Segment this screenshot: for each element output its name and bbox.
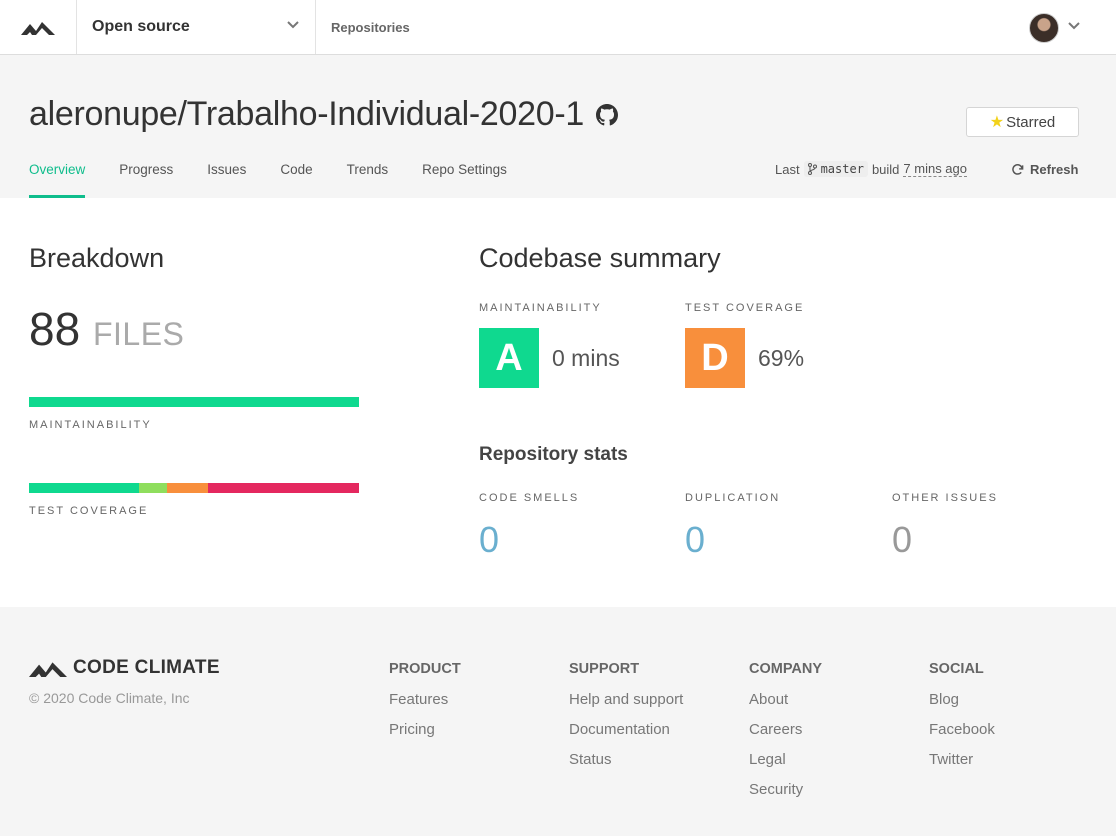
starred-label: Starred: [1006, 113, 1056, 131]
top-navigation: Open source Repositories: [0, 0, 1116, 55]
footer-column-product: PRODUCT Features Pricing: [389, 661, 461, 751]
footer-heading-support: SUPPORT: [569, 661, 640, 677]
tab-trends[interactable]: Trends: [347, 162, 389, 198]
build-prefix: Last: [775, 161, 800, 177]
footer-column-company: COMPANY About Careers Legal Security: [749, 661, 822, 811]
footer-link-blog[interactable]: Blog: [929, 691, 995, 721]
duplication-label: DUPLICATION: [685, 492, 781, 504]
other-issues-count: 0: [892, 519, 913, 560]
coverage-bar-segment-2: [166, 483, 208, 493]
code-smells-count[interactable]: 0: [479, 519, 499, 561]
footer-link-status[interactable]: Status: [569, 751, 683, 781]
code-climate-logo-icon: [21, 22, 55, 35]
other-issues-label: OTHER ISSUES: [892, 492, 998, 504]
branch-badge: master: [803, 161, 868, 177]
footer-link-legal[interactable]: Legal: [749, 751, 822, 781]
footer-link-pricing[interactable]: Pricing: [389, 721, 461, 751]
tab-overview[interactable]: Overview: [29, 162, 86, 198]
repo-tabs: Overview Progress Issues Code Trends Rep…: [29, 162, 541, 198]
maintainability-value: 0 mins: [552, 345, 620, 371]
build-time[interactable]: 7 mins ago: [903, 161, 967, 177]
footer-link-twitter[interactable]: Twitter: [929, 751, 995, 781]
test-coverage-grade-badge[interactable]: D: [685, 328, 745, 388]
tab-code[interactable]: Code: [280, 162, 312, 198]
copyright: © 2020 Code Climate, Inc: [29, 690, 190, 706]
repo-title: aleronupe/Trabalho-Individual-2020-1: [29, 95, 618, 134]
footer-link-documentation[interactable]: Documentation: [569, 721, 683, 751]
test-coverage-value: 69%: [758, 345, 805, 371]
org-selector-label: Open source: [92, 18, 190, 35]
tab-repo-settings[interactable]: Repo Settings: [422, 162, 507, 198]
repositories-link[interactable]: Repositories: [331, 20, 410, 35]
footer-column-support: SUPPORT Help and support Documentation S…: [569, 661, 683, 781]
coverage-bar-segment-0: [29, 483, 139, 493]
code-smells-label: CODE SMELLS: [479, 492, 580, 504]
repository-stats-title: Repository stats: [479, 444, 628, 465]
footer-link-about[interactable]: About: [749, 691, 822, 721]
tab-progress[interactable]: Progress: [119, 162, 173, 198]
footer-brand-name: CODE CLIMATE: [73, 657, 220, 678]
refresh-label: Refresh: [1030, 162, 1079, 177]
repo-name: aleronupe/Trabalho-Individual-2020-1: [29, 95, 584, 133]
files-count-number: 88: [29, 303, 81, 355]
breakdown-title: Breakdown: [29, 243, 165, 273]
footer-heading-company: COMPANY: [749, 661, 823, 677]
starred-button[interactable]: ★ Starred: [966, 107, 1079, 137]
refresh-icon: [1012, 164, 1024, 175]
refresh-button[interactable]: Refresh: [1011, 162, 1078, 177]
branch-name: master: [820, 162, 864, 176]
last-build-info: Last master build 7 mins ago: [775, 161, 967, 177]
maintainability-grade-badge[interactable]: A: [479, 328, 539, 388]
github-icon[interactable]: [595, 103, 618, 126]
footer-link-help-and-support[interactable]: Help and support: [569, 691, 683, 721]
files-unit: FILES: [92, 316, 185, 352]
org-selector[interactable]: Open source: [77, 0, 316, 54]
user-avatar[interactable]: [1029, 13, 1059, 43]
maintainability-bar-label: MAINTAINABILITY: [29, 419, 152, 431]
footer-heading-social: SOCIAL: [929, 661, 984, 677]
home-logo-link[interactable]: [0, 0, 77, 54]
footer-link-facebook[interactable]: Facebook: [929, 721, 995, 751]
duplication-count[interactable]: 0: [685, 519, 705, 561]
maintainability-bar-segment-0: [29, 397, 359, 407]
code-climate-logo-icon: [29, 662, 67, 677]
star-icon: ★: [989, 114, 1005, 131]
chevron-down-icon: [287, 21, 299, 29]
test-coverage-bar-label: TEST COVERAGE: [29, 505, 149, 517]
coverage-bar-segment-1: [138, 483, 167, 493]
footer-brand[interactable]: CODE CLIMATE: [29, 657, 220, 679]
chevron-down-icon[interactable]: [1068, 22, 1080, 30]
footer-link-features[interactable]: Features: [389, 691, 461, 721]
git-branch-icon: [807, 163, 817, 175]
maintainability-label: MAINTAINABILITY: [479, 302, 602, 314]
coverage-bar-segment-3: [207, 483, 359, 493]
test-coverage-label: TEST COVERAGE: [685, 302, 805, 314]
maintainability-breakdown-bar[interactable]: [29, 397, 359, 407]
files-count: 88 FILES: [29, 302, 184, 356]
build-middle: build: [871, 161, 900, 177]
test-coverage-breakdown-bar[interactable]: [29, 483, 359, 493]
footer-link-careers[interactable]: Careers: [749, 721, 822, 751]
codebase-summary-title: Codebase summary: [479, 243, 721, 273]
footer-column-social: SOCIAL Blog Facebook Twitter: [929, 661, 995, 781]
footer-link-security[interactable]: Security: [749, 781, 822, 811]
footer-heading-product: PRODUCT: [389, 661, 461, 677]
tab-issues[interactable]: Issues: [207, 162, 246, 198]
